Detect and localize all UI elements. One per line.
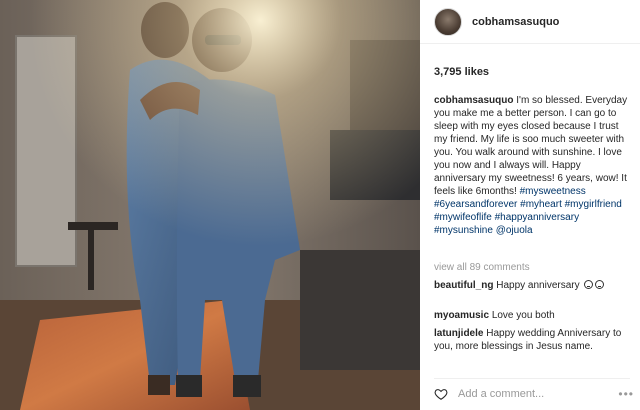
comment-username[interactable]: beautiful_ng — [434, 280, 493, 291]
post-caption: cobhamsasuquo I'm so blessed. Everyday y… — [434, 94, 634, 237]
comment-username[interactable]: myoamusic — [434, 310, 489, 321]
emoji-icon — [595, 280, 605, 289]
comment-item: beautiful_ng Happy anniversary — [434, 279, 634, 292]
comment-text: Happy anniversary — [496, 280, 580, 291]
post-username[interactable]: cobhamsasuquo — [472, 16, 559, 28]
divider — [434, 378, 630, 379]
more-options-icon[interactable]: ••• — [618, 388, 634, 400]
caption-username[interactable]: cobhamsasuquo — [434, 95, 513, 106]
emoji-icon — [584, 280, 594, 289]
add-comment-input[interactable] — [458, 388, 598, 400]
post-photo[interactable] — [0, 0, 420, 410]
like-count[interactable]: 3,795 likes — [434, 66, 489, 78]
profile-avatar[interactable] — [434, 7, 462, 36]
view-all-comments-link[interactable]: view all 89 comments — [434, 262, 530, 273]
post-header: cobhamsasuquo — [420, 0, 640, 44]
caption-text: I'm so blessed. Everyday you make me a b… — [434, 95, 628, 197]
studio-photo-illustration — [0, 0, 420, 410]
add-comment-row: ••• — [434, 382, 634, 406]
post-side-panel: cobhamsasuquo 3,795 likes cobhamsasuquo … — [420, 0, 640, 410]
heart-icon[interactable] — [434, 387, 448, 401]
comment-username[interactable]: latunjidele — [434, 328, 483, 339]
comment-item: myoamusic Love you both — [434, 309, 634, 322]
comment-item: latunjidele Happy wedding Anniversary to… — [434, 327, 634, 353]
comment-text: Love you both — [491, 310, 555, 321]
